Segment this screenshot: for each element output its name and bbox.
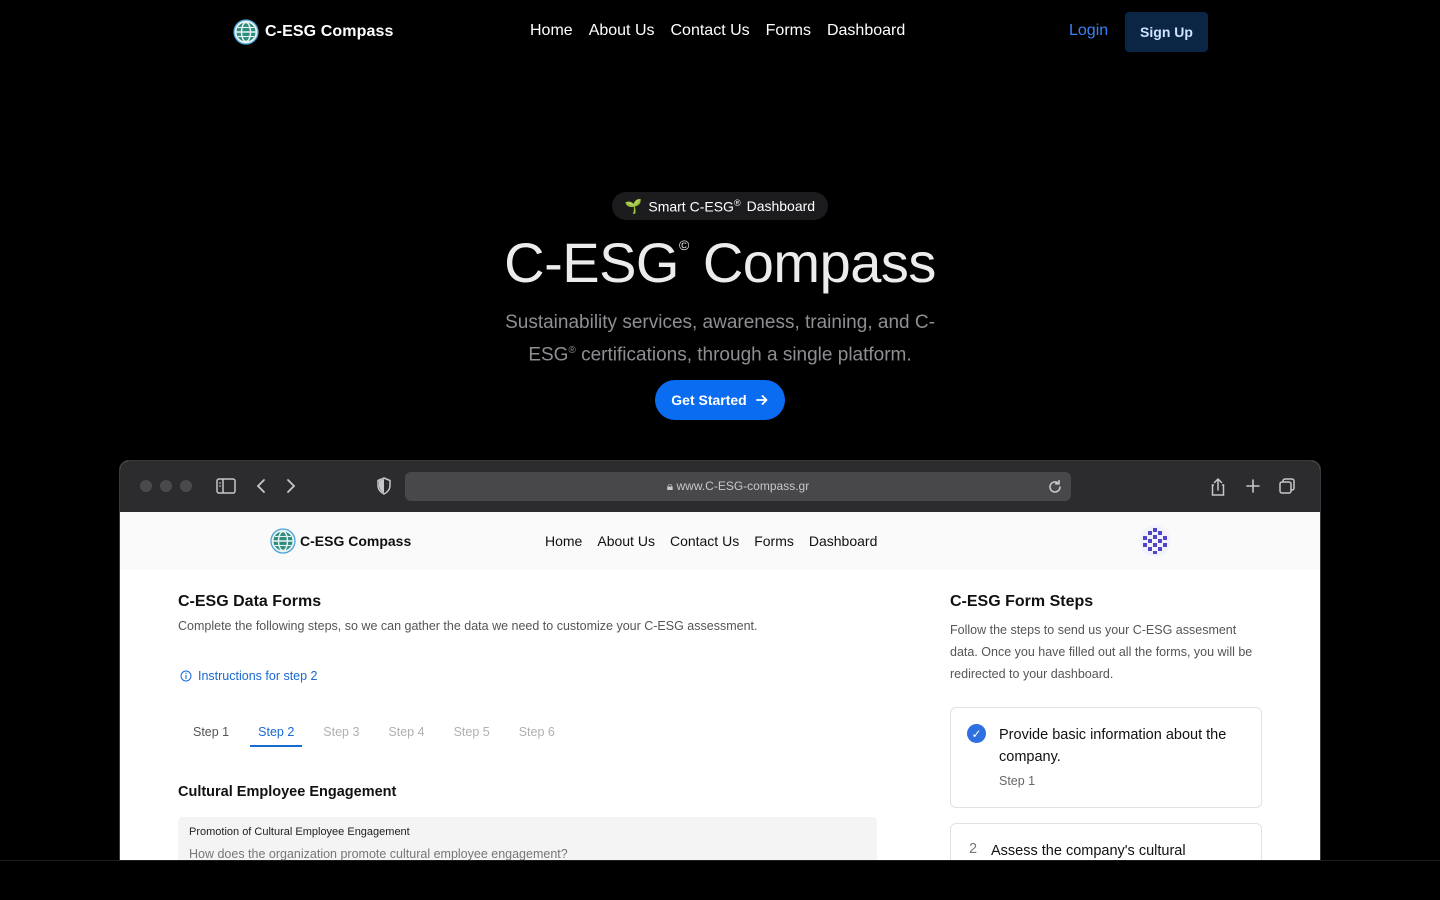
window-zoom-dot xyxy=(180,480,192,492)
nav-home-link[interactable]: Home xyxy=(530,22,573,40)
app-nav-about-link[interactable]: About Us xyxy=(597,533,655,549)
nav-dashboard-link[interactable]: Dashboard xyxy=(827,22,905,40)
steps-panel-title: C-ESG Form Steps xyxy=(950,593,1094,610)
question-input-placeholder: How does the organization promote cultur… xyxy=(189,847,568,861)
address-bar[interactable]: 🔒︎ www.C-ESG-compass.gr xyxy=(405,472,1071,501)
tab-step-3[interactable]: Step 3 xyxy=(315,716,367,747)
badge-registered-mark: ® xyxy=(733,197,741,208)
new-tab-plus-icon[interactable] xyxy=(1245,477,1261,495)
hero-subtitle-part2: certifications, through a single platfor… xyxy=(575,344,912,366)
app-nav-contact-link[interactable]: Contact Us xyxy=(670,533,739,549)
nav-about-link[interactable]: About Us xyxy=(589,22,655,40)
app-navbar: C-ESG Compass Home About Us Contact Us F… xyxy=(120,512,1320,570)
steps-panel-description: Follow the steps to send us your C-ESG a… xyxy=(950,623,1253,681)
brand-logo-link[interactable]: C-ESG Compass xyxy=(233,19,393,45)
privacy-shield-icon[interactable] xyxy=(376,477,392,495)
tab-step-2[interactable]: Step 2 xyxy=(250,716,303,747)
window-close-dot xyxy=(140,480,152,492)
instructions-link[interactable]: Instructions for step 2 xyxy=(180,669,318,683)
forms-title: C-ESG Data Forms xyxy=(178,593,322,610)
signup-button[interactable]: Sign Up xyxy=(1125,12,1208,52)
check-circle-icon: ✓ xyxy=(967,724,986,743)
app-nav-forms-link[interactable]: Forms xyxy=(754,533,794,549)
nav-forms-link[interactable]: Forms xyxy=(766,22,811,40)
app-brand-link[interactable]: C-ESG Compass xyxy=(270,528,411,554)
top-navbar: C-ESG Compass Home About Us Contact Us F… xyxy=(0,0,1440,64)
page-bottom-bar xyxy=(0,860,1440,900)
brand-name: C-ESG Compass xyxy=(265,23,394,40)
step-card-text: Provide basic information about the comp… xyxy=(999,727,1227,765)
share-icon[interactable] xyxy=(1210,477,1226,497)
tab-step-6[interactable]: Step 6 xyxy=(511,716,563,747)
back-chevron-icon[interactable] xyxy=(254,477,268,495)
window-minimize-dot xyxy=(160,480,172,492)
question-label: Promotion of Cultural Employee Engagemen… xyxy=(189,826,410,838)
tab-step-5[interactable]: Step 5 xyxy=(446,716,498,747)
hero-subtitle-registered-mark: ® xyxy=(568,345,576,356)
app-viewport: C-ESG Compass Home About Us Contact Us F… xyxy=(120,512,1320,879)
hero-title-left: C-ESG xyxy=(504,231,679,294)
user-avatar[interactable] xyxy=(1139,525,1171,557)
app-brand-name: C-ESG Compass xyxy=(300,533,412,549)
lock-icon: 🔒︎ xyxy=(666,479,674,493)
app-nav-home-link[interactable]: Home xyxy=(545,533,582,549)
nav-contact-link[interactable]: Contact Us xyxy=(671,22,750,40)
url-text: www.C-ESG-compass.gr xyxy=(676,479,810,493)
get-started-label: Get Started xyxy=(671,392,747,408)
badge-suffix: Dashboard xyxy=(746,198,816,214)
seedling-icon: 🌱 xyxy=(624,197,643,214)
sidebar-toggle-icon[interactable] xyxy=(216,477,236,495)
globe-logo-icon xyxy=(233,19,259,45)
globe-logo-icon xyxy=(270,528,296,554)
forward-chevron-icon[interactable] xyxy=(284,477,298,495)
forms-description: Complete the following steps, so we can … xyxy=(178,619,758,633)
hero-subtitle: Sustainability services, awareness, trai… xyxy=(500,309,940,369)
browser-mockup: 🔒︎ www.C-ESG-compass.gr C-ESG Compass Ho… xyxy=(119,460,1321,880)
reload-icon[interactable] xyxy=(1047,479,1063,495)
step-card-label: Step 1 xyxy=(999,774,1036,788)
hero-title-copyright-mark: © xyxy=(679,237,689,253)
section-heading: Cultural Employee Engagement xyxy=(178,784,397,800)
app-nav-dashboard-link[interactable]: Dashboard xyxy=(809,533,878,549)
form-step-tabs: Step 1 Step 2 Step 3 Step 4 Step 5 Step … xyxy=(185,716,576,747)
info-icon xyxy=(180,670,192,682)
tab-overview-icon[interactable] xyxy=(1278,477,1296,495)
hero-title-right: Compass xyxy=(702,231,937,294)
hero-title: C-ESG© Compass xyxy=(0,230,1440,295)
main-nav: Home About Us Contact Us Forms Dashboard xyxy=(530,22,905,40)
hero-badge: 🌱 Smart C-ESG® Dashboard xyxy=(612,192,828,220)
tab-step-4[interactable]: Step 4 xyxy=(380,716,432,747)
badge-text: Smart C-ESG xyxy=(648,198,734,215)
arrow-right-icon xyxy=(755,395,768,405)
step-number: 2 xyxy=(969,841,978,857)
tab-step-1[interactable]: Step 1 xyxy=(185,716,237,747)
browser-toolbar: 🔒︎ www.C-ESG-compass.gr xyxy=(120,461,1320,512)
app-nav: Home About Us Contact Us Forms Dashboard xyxy=(545,533,877,549)
step-card-1[interactable]: ✓ Provide basic information about the co… xyxy=(950,707,1262,808)
login-link[interactable]: Login xyxy=(1069,22,1108,40)
instructions-link-label: Instructions for step 2 xyxy=(198,669,318,683)
get-started-button[interactable]: Get Started xyxy=(655,380,785,420)
step-card-text: Assess the company's cultural xyxy=(991,843,1186,859)
